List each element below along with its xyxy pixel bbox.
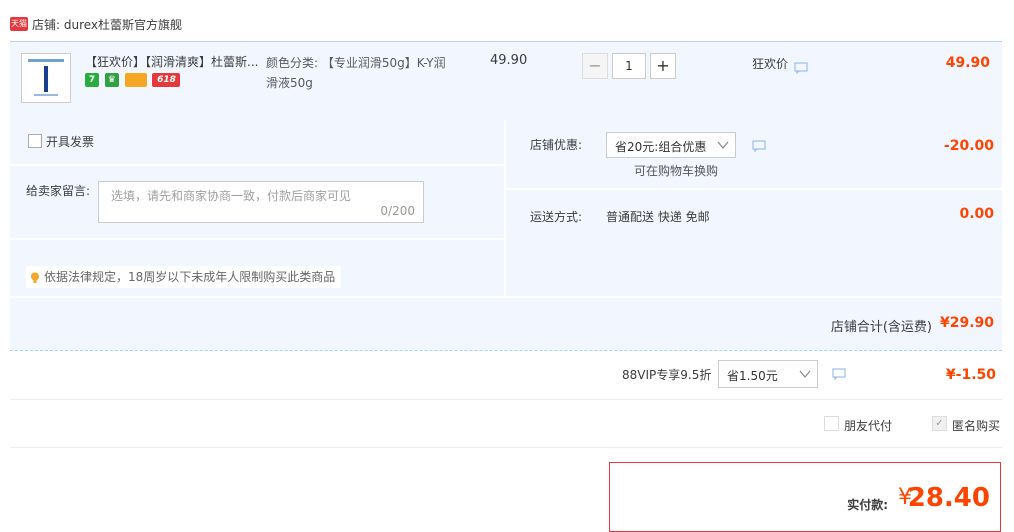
divider xyxy=(506,188,1002,190)
seller-message-input[interactable]: 选填，请先和商家协商一致，付款后商家可见 0/200 xyxy=(98,181,424,223)
total-amount: 28.40 xyxy=(907,483,990,513)
chevron-down-icon xyxy=(799,370,811,378)
decrease-quantity-button[interactable]: − xyxy=(582,53,608,79)
chevron-down-icon xyxy=(717,141,729,149)
promo-618-icon: 618 xyxy=(152,73,181,87)
invoice-label[interactable]: 开具发票 xyxy=(46,133,94,150)
shipping-label: 运送方式: xyxy=(530,210,583,224)
divider xyxy=(10,399,1002,400)
product-title-link[interactable]: 【狂欢价】【润滑清爽】杜蕾斯... xyxy=(85,53,265,70)
vip-discount-value: 省1.50元 xyxy=(727,369,778,383)
friend-pay-checkbox[interactable] xyxy=(824,416,839,431)
shipping-fee: 0.00 xyxy=(959,206,994,222)
vip-discount-label: 88VIP专享9.5折 xyxy=(622,368,712,382)
divider xyxy=(10,238,504,240)
quantity-input[interactable]: 1 xyxy=(612,53,646,79)
order-options-left: 开具发票 给卖家留言: 选填，请先和商家协商一致，付款后商家可见 0/200 依… xyxy=(10,120,504,296)
promo-chat-icon[interactable] xyxy=(794,62,808,77)
vip-discount-select[interactable]: 省1.50元 xyxy=(718,360,818,388)
divider xyxy=(10,447,1002,448)
anonymous-label[interactable]: 匿名购买 xyxy=(952,417,1000,434)
shop-discount-select[interactable]: 省20元:组合优惠 xyxy=(606,132,736,158)
discount-chat-icon[interactable] xyxy=(752,140,766,155)
total-label: 实付款: xyxy=(847,498,888,512)
increase-quantity-button[interactable]: + xyxy=(650,53,676,79)
shop-subtotal-row: 店铺合计(含运费) ¥29.90 xyxy=(10,298,1002,351)
product-tags: 7 ♛ 618 xyxy=(85,73,182,89)
order-item-row: 【狂欢价】【润滑清爽】杜蕾斯... 7 ♛ 618 颜色分类: 【专业润滑50g… xyxy=(10,41,1002,120)
unit-price: 49.90 xyxy=(490,53,528,68)
vip-discount-amount: ¥-1.50 xyxy=(945,367,996,383)
total-payment-box: 实付款: ¥ 28.40 xyxy=(609,462,1001,532)
shop-discount-label: 店铺优惠: xyxy=(530,138,583,152)
message-label: 给卖家留言: xyxy=(26,184,91,198)
product-thumbnail[interactable] xyxy=(21,53,71,103)
sku-description: 颜色分类: 【专业润滑50g】K-Y润滑液50g xyxy=(266,56,446,90)
friend-pay-label[interactable]: 朋友代付 xyxy=(844,417,892,434)
message-placeholder: 选填，请先和商家协商一致，付款后商家可见 xyxy=(111,189,352,203)
credit-card-icon xyxy=(124,73,147,87)
shipping-method: 普通配送 快递 免邮 xyxy=(606,210,710,224)
invoice-checkbox[interactable] xyxy=(28,134,42,148)
guarantee-icon: ♛ xyxy=(104,73,119,87)
discount-note: 可在购物车换购 xyxy=(634,164,719,178)
promo-price-label: 狂欢价 xyxy=(752,57,789,71)
shop-discount-amount: -20.00 xyxy=(943,138,994,154)
subtotal-value: ¥29.90 xyxy=(939,315,994,331)
seven-day-return-icon: 7 xyxy=(85,73,99,87)
item-subtotal: 49.90 xyxy=(945,55,990,71)
age-restriction-notice: 依据法律规定，18周岁以下未成年人限制购买此类商品 xyxy=(26,266,342,288)
notice-text: 依据法律规定，18周岁以下未成年人限制购买此类商品 xyxy=(44,270,336,284)
tmall-badge: 天猫 xyxy=(10,17,28,31)
message-char-count: 0/200 xyxy=(380,204,415,218)
vip-chat-icon[interactable] xyxy=(832,368,846,383)
shop-discount-value: 省20元:组合优惠 xyxy=(615,140,707,154)
divider xyxy=(10,164,504,166)
subtotal-label: 店铺合计(含运费) xyxy=(830,320,932,335)
order-options-right: 店铺优惠: 省20元:组合优惠 可在购物车换购 -20.00 运送方式: 普通配… xyxy=(506,120,1002,296)
anonymous-checkbox[interactable]: ✓ xyxy=(932,416,947,431)
shop-name[interactable]: 店铺: durex杜蕾斯官方旗舰 xyxy=(32,16,182,33)
lightbulb-icon xyxy=(31,272,39,283)
